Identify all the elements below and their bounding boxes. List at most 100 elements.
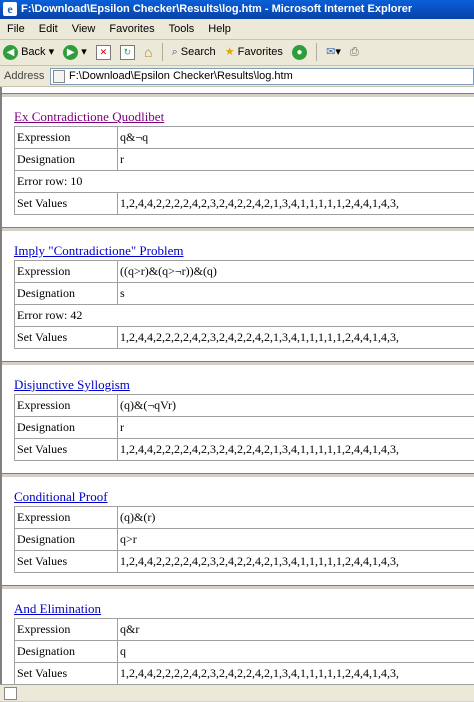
page-status-icon: [4, 687, 17, 700]
internet-explorer-icon: e: [3, 2, 17, 16]
section-title-link[interactable]: Conditional Proof: [14, 488, 474, 506]
section-and-elimination: And Elimination Expressionq&r Designatio…: [14, 600, 474, 684]
section-title-link[interactable]: Ex Contradictione Quodlibet: [14, 108, 474, 126]
section-title-link[interactable]: Disjunctive Syllogism: [14, 376, 474, 394]
menu-tools[interactable]: Tools: [162, 23, 202, 35]
table-row: Designationq>r: [15, 529, 474, 551]
favorites-button-label: Favorites: [238, 46, 283, 58]
refresh-button[interactable]: ↻: [117, 40, 138, 65]
row-key: Designation: [15, 417, 118, 439]
forward-arrow-icon: ▶: [63, 45, 78, 60]
table-row: Set Values1,2,4,4,2,2,2,2,4,2,3,2,4,2,2,…: [15, 193, 474, 215]
stop-icon: ✕: [96, 45, 111, 60]
table-row: Expressionq&r: [15, 619, 474, 641]
horizontal-rule: [2, 361, 474, 366]
table-row: Error row: 42: [15, 305, 474, 327]
mail-button[interactable]: ✉▾: [323, 40, 344, 65]
home-button[interactable]: ⌂: [141, 40, 155, 65]
table-row: Expressionq&¬q: [15, 127, 474, 149]
section-table: Expressionq&¬q Designationr Error row: 1…: [14, 126, 474, 215]
status-bar: [0, 684, 474, 701]
address-input[interactable]: F:\Download\Epsilon Checker\Results\log.…: [50, 68, 474, 85]
menu-bar: FileEditViewFavoritesToolsHelp: [0, 19, 474, 40]
search-button-label: Search: [181, 46, 216, 58]
menu-edit[interactable]: Edit: [32, 23, 65, 35]
section-imply-contradictione: Imply "Contradictione" Problem Expressio…: [14, 242, 474, 349]
row-key: Set Values: [15, 663, 118, 685]
row-value: r: [118, 417, 474, 439]
horizontal-rule: [2, 227, 474, 232]
table-row: Error row: 10: [15, 171, 474, 193]
row-key: Expression: [15, 261, 118, 283]
section-table: Expression(q)&(r) Designationq>r Set Val…: [14, 506, 474, 573]
section-title-link[interactable]: And Elimination: [14, 600, 474, 618]
row-key: Designation: [15, 149, 118, 171]
row-value: (q)&(¬qVr): [118, 395, 474, 417]
page-icon: [53, 70, 65, 83]
row-key: Designation: [15, 529, 118, 551]
row-value: r: [118, 149, 474, 171]
section-table: Expressionq&r Designationq Set Values1,2…: [14, 618, 474, 684]
menu-help[interactable]: Help: [201, 23, 238, 35]
media-icon: ●: [292, 45, 307, 60]
back-dropdown-icon[interactable]: ▾: [49, 46, 55, 58]
menu-favorites[interactable]: Favorites: [102, 23, 161, 35]
horizontal-rule: [2, 585, 474, 590]
address-bar: Address F:\Download\Epsilon Checker\Resu…: [0, 66, 474, 87]
mail-icon: ✉: [326, 46, 335, 58]
page-content[interactable]: Ex Contradictione Quodlibet Expressionq&…: [0, 87, 474, 684]
table-row: Set Values1,2,4,4,2,2,2,2,4,2,3,2,4,2,2,…: [15, 439, 474, 461]
row-key: Set Values: [15, 439, 118, 461]
row-key: Expression: [15, 507, 118, 529]
table-row: Designationr: [15, 417, 474, 439]
address-value: F:\Download\Epsilon Checker\Results\log.…: [69, 70, 293, 82]
error-row: Error row: 42: [15, 305, 474, 327]
forward-button[interactable]: ▶ ▾: [60, 40, 90, 65]
horizontal-rule: [2, 93, 474, 98]
mail-dropdown-icon[interactable]: ▾: [335, 46, 341, 58]
section-ex-contradictione: Ex Contradictione Quodlibet Expressionq&…: [14, 108, 474, 215]
row-key: Set Values: [15, 551, 118, 573]
table-row: Expression((q>r)&(q>¬r))&(q): [15, 261, 474, 283]
section-disjunctive-syllogism: Disjunctive Syllogism Expression(q)&(¬qV…: [14, 376, 474, 461]
search-icon: ⌕: [172, 46, 178, 58]
window-titlebar[interactable]: eF:\Download\Epsilon Checker\Results\log…: [0, 0, 474, 19]
table-row: Expression(q)&(¬qVr): [15, 395, 474, 417]
back-button[interactable]: ◀ Back ▾: [0, 40, 57, 65]
row-value: q&r: [118, 619, 474, 641]
row-value: ((q>r)&(q>¬r))&(q): [118, 261, 474, 283]
table-row: Designationq: [15, 641, 474, 663]
search-button[interactable]: ⌕ Search: [169, 40, 219, 65]
row-value: 1,2,4,4,2,2,2,2,4,2,3,2,4,2,2,4,2,1,3,4,…: [118, 439, 474, 461]
refresh-icon: ↻: [120, 45, 135, 60]
favorites-button[interactable]: ★ Favorites: [222, 40, 286, 65]
row-key: Set Values: [15, 327, 118, 349]
forward-dropdown-icon[interactable]: ▾: [81, 46, 87, 58]
row-value: 1,2,4,4,2,2,2,2,4,2,3,2,4,2,2,4,2,1,3,4,…: [118, 551, 474, 573]
toolbar-separator: [162, 43, 163, 61]
row-key: Designation: [15, 283, 118, 305]
row-value: (q)&(r): [118, 507, 474, 529]
table-row: Designationr: [15, 149, 474, 171]
table-row: Set Values1,2,4,4,2,2,2,2,4,2,3,2,4,2,2,…: [15, 551, 474, 573]
back-arrow-icon: ◀: [3, 45, 18, 60]
standard-toolbar: ◀ Back ▾ ▶ ▾ ✕ ↻ ⌂ ⌕ Search ★ Favorites …: [0, 40, 474, 66]
print-icon: ⎙: [350, 46, 359, 58]
toolbar-separator: [316, 43, 317, 61]
row-value: s: [118, 283, 474, 305]
section-title-link[interactable]: Imply "Contradictione" Problem: [14, 242, 474, 260]
section-table: Expression((q>r)&(q>¬r))&(q) Designation…: [14, 260, 474, 349]
menu-file[interactable]: File: [0, 23, 32, 35]
row-value: q&¬q: [118, 127, 474, 149]
table-row: Designations: [15, 283, 474, 305]
media-button[interactable]: ●: [289, 40, 310, 65]
address-label: Address: [0, 70, 44, 82]
table-row: Expression(q)&(r): [15, 507, 474, 529]
menu-view[interactable]: View: [65, 23, 103, 35]
stop-button[interactable]: ✕: [93, 40, 114, 65]
row-key: Expression: [15, 127, 118, 149]
row-value: 1,2,4,4,2,2,2,2,4,2,3,2,4,2,2,4,2,1,3,4,…: [118, 193, 474, 215]
print-button[interactable]: ⎙: [347, 40, 362, 65]
row-key: Designation: [15, 641, 118, 663]
row-key: Expression: [15, 619, 118, 641]
